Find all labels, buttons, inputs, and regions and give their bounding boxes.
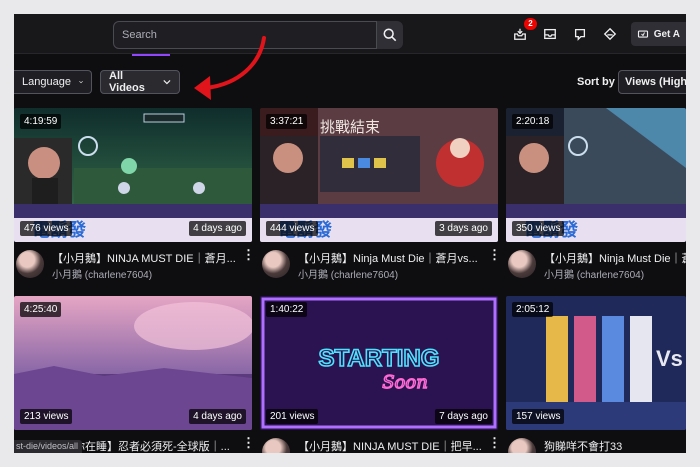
video-type-filter[interactable]: All Videos [100, 70, 180, 94]
sort-select[interactable]: Views (High [618, 70, 686, 94]
channel-name[interactable]: 小月鵝 (charlene7604) [544, 266, 686, 281]
video-title[interactable]: 【小月鵝】NINJA MUST DIE｜把早... [298, 438, 484, 453]
top-nav-bar: 2 Get A [14, 14, 686, 54]
video-card[interactable]: STARTING Soon 1:40:22 201 views 7 days a… [260, 296, 501, 453]
avatar[interactable] [508, 438, 536, 453]
more-options-icon[interactable]: ⋮ [242, 436, 255, 449]
video-card[interactable]: 電鬍發 4:19:59 476 views 4 days ago 【小月鵝】NI… [14, 108, 255, 298]
video-card[interactable]: 挑戰結束 電鬍發 3:37:21 444 views 3 days ago 【小… [260, 108, 501, 298]
annotation-arrow [194, 36, 266, 100]
upload-age-badge: 3 days ago [435, 221, 492, 236]
mail-icon[interactable] [541, 25, 559, 43]
more-options-icon[interactable]: ⋮ [488, 436, 501, 449]
whispers-icon[interactable] [571, 25, 589, 43]
view-count-badge: 201 views [266, 409, 319, 424]
language-filter-label: Language [22, 76, 71, 88]
duration-badge: 2:20:18 [512, 114, 554, 129]
video-type-filter-label: All Videos [109, 70, 145, 94]
duration-badge: 2:05:12 [512, 302, 554, 317]
duration-badge: 1:40:22 [266, 302, 308, 317]
status-url-tooltip: st-die/videos/all [14, 440, 83, 453]
upload-age-badge: 4 days ago [189, 221, 246, 236]
video-card[interactable]: 4:25:40 213 views 4 days ago 【當你在睡】忍者必須死… [14, 296, 255, 453]
more-options-icon[interactable]: ⋮ [242, 248, 255, 261]
app-frame: 2 Get A Language All Videos Sort by Vie [14, 14, 686, 453]
video-thumbnail[interactable]: 電鬍發 2:20:18 350 views [506, 108, 686, 242]
notification-badge: 2 [524, 18, 537, 30]
view-count-badge: 476 views [20, 221, 73, 236]
more-options-icon[interactable]: ⋮ [488, 248, 501, 261]
svg-text:Vs: Vs [656, 346, 683, 371]
video-title[interactable]: 【小月鵝】Ninja Must Die｜蒼月vs... [298, 250, 484, 266]
duration-badge: 3:37:21 [266, 114, 308, 129]
avatar[interactable] [262, 250, 290, 278]
duration-badge: 4:19:59 [20, 114, 62, 129]
sort-by-label: Sort by [577, 76, 615, 88]
view-count-badge: 444 views [266, 221, 319, 236]
video-title[interactable]: 狗睇咩不會打33 [544, 438, 686, 453]
video-card[interactable]: 電鬍發 2:20:18 350 views 【小月鵝】Ninja Must Di… [506, 108, 686, 298]
avatar[interactable] [16, 250, 44, 278]
inbox-icon[interactable]: 2 [511, 18, 537, 43]
video-title[interactable]: 【小月鵝】Ninja Must Die｜蒼月... [544, 250, 686, 266]
view-count-badge: 350 views [512, 221, 565, 236]
search-button[interactable] [377, 21, 403, 49]
avatar[interactable] [508, 250, 536, 278]
avatar[interactable] [262, 438, 290, 453]
sort-value: Views (High [625, 76, 686, 88]
view-count-badge: 213 views [20, 409, 73, 424]
channel-name[interactable]: 小月鵝 (charlene7604) [52, 266, 238, 281]
video-thumbnail[interactable]: 電鬍發 4:19:59 476 views 4 days ago [14, 108, 252, 242]
duration-badge: 4:25:40 [20, 302, 62, 317]
upload-age-badge: 7 days ago [435, 409, 492, 424]
video-title[interactable]: 【小月鵝】NINJA MUST DIE｜蒼月... [52, 250, 238, 266]
chevron-down-icon [163, 80, 171, 85]
chevron-down-icon [79, 80, 83, 84]
thumb-challenge-text: 挑戰結束 [320, 118, 380, 136]
ticket-icon [637, 30, 648, 38]
thumb-soon-text: Soon [382, 372, 428, 393]
video-card[interactable]: Vs 2:05:12 157 views 狗睇咩不會打33 [506, 296, 686, 453]
video-thumbnail[interactable]: 4:25:40 213 views 4 days ago [14, 296, 252, 430]
view-count-badge: 157 views [512, 409, 565, 424]
get-ad-free-button[interactable]: Get A [630, 22, 686, 46]
get-button-label: Get A [653, 28, 680, 40]
video-thumbnail[interactable]: 挑戰結束 電鬍發 3:37:21 444 views 3 days ago [260, 108, 498, 242]
video-thumbnail[interactable]: STARTING Soon 1:40:22 201 views 7 days a… [260, 296, 498, 430]
active-tab-indicator [132, 54, 170, 56]
channel-name[interactable]: 小月鵝 (charlene7604) [298, 266, 484, 281]
search-icon [383, 28, 397, 42]
crown-icon[interactable] [601, 25, 619, 43]
video-thumbnail[interactable]: Vs 2:05:12 157 views [506, 296, 686, 430]
upload-age-badge: 4 days ago [189, 409, 246, 424]
language-filter[interactable]: Language [14, 70, 92, 94]
thumb-starting-text: STARTING [319, 345, 440, 372]
top-right-icons: 2 Get A [511, 18, 686, 46]
